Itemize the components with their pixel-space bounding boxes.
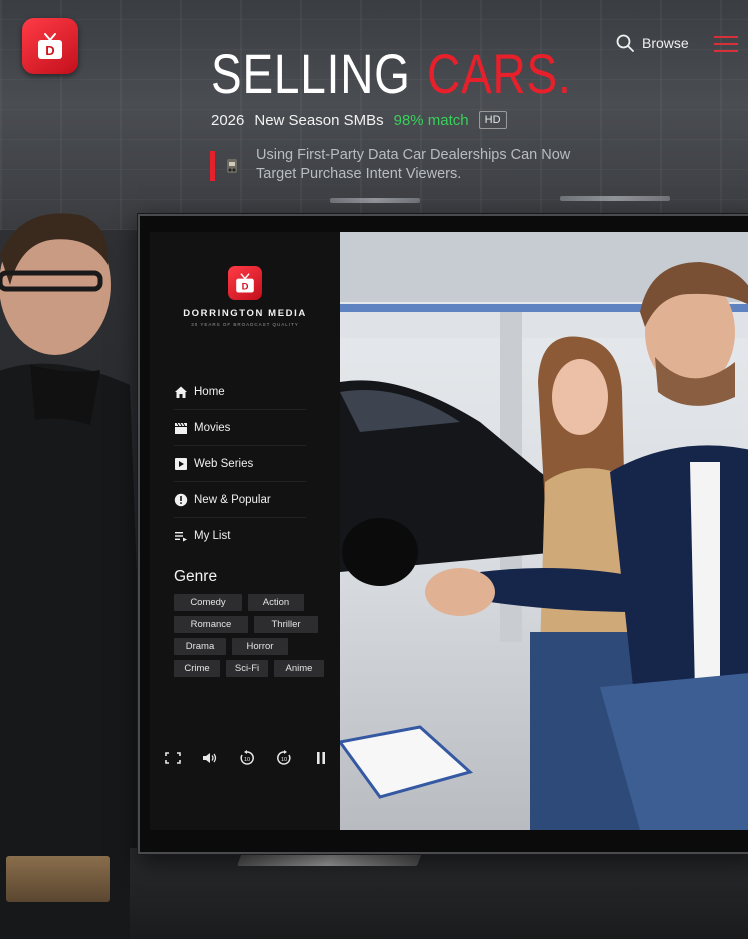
sidebar-item-label: Movies [194,421,231,434]
hero-meta: 2026 New Season SMBs 98% match HD [211,111,507,129]
hd-badge: HD [478,111,507,129]
hero-description: Using First-Party Data Car Dealerships C… [256,147,571,182]
sidebar-item-label: Web Series [194,457,254,470]
volume-icon[interactable] [201,750,219,766]
home-icon [175,386,187,398]
brand-name: DORRINGTON MEDIA [183,308,307,319]
genre-chip-crime[interactable]: Crime [174,660,220,677]
genre-chip-comedy[interactable]: Comedy [174,594,242,611]
match-score: 98% match [393,111,469,129]
svg-text:D: D [242,282,249,293]
handshake-photo [340,232,748,830]
play-square-icon [175,457,187,470]
svg-text:D: D [45,43,54,58]
sidebar-item-label: New & Popular [194,493,271,506]
tv-sidebar: D DORRINGTON MEDIA 30 YEARS OF BROADCAST… [150,232,340,830]
release-year: 2026 [211,111,245,129]
fullscreen-icon[interactable] [164,750,182,766]
alert-circle-icon [174,493,188,506]
hero-title: SELLING CARS. [211,44,572,104]
sidebar-item-my-list[interactable]: My List [174,518,306,553]
genre-chip-sci-fi[interactable]: Sci-Fi [226,660,268,677]
ceiling-light [330,198,420,203]
genre-chip-anime[interactable]: Anime [274,660,324,677]
browse-button[interactable]: Browse [616,34,689,52]
search-icon [616,34,634,52]
genre-chip-romance[interactable]: Romance [174,616,248,633]
sidebar-item-movies[interactable]: Movies [174,410,306,446]
description-accent-bar [210,151,215,181]
sidebar-item-web-series[interactable]: Web Series [174,446,306,482]
sidebar-item-new-popular[interactable]: New & Popular [174,482,306,518]
list-icon [175,531,187,541]
svg-text:10: 10 [281,757,287,763]
tv-screen: D DORRINGTON MEDIA 30 YEARS OF BROADCAST… [150,232,748,830]
hero-title-word-2: CARS. [427,42,572,105]
car-dealer-icon [227,159,237,173]
genre-chips: Comedy Action Romance Thriller Drama Hor… [174,594,324,682]
tv-logo-icon: D [236,273,254,293]
genre-chip-horror[interactable]: Horror [232,638,288,655]
sidebar-nav: Home Movies Web Series New & Popular My … [174,374,306,553]
browse-label: Browse [642,35,689,51]
svg-text:10: 10 [244,757,250,763]
salesman-figure [0,213,150,939]
brand-logo: D [228,266,262,300]
player-controls: 10 10 [164,750,330,766]
clapperboard-icon [175,422,187,434]
pause-icon[interactable] [312,750,330,766]
tv-logo-icon: D [38,33,62,59]
forward-10-icon[interactable]: 10 [275,750,293,766]
tv-frame: D DORRINGTON MEDIA 30 YEARS OF BROADCAST… [138,214,748,854]
ceiling-light [560,196,670,201]
floor-shadow [130,848,748,939]
hamburger-menu-icon[interactable] [714,36,738,54]
sidebar-item-home[interactable]: Home [174,374,306,410]
wooden-bench [6,856,110,902]
sidebar-item-label: Home [194,385,225,398]
genre-chip-drama[interactable]: Drama [174,638,226,655]
brand-tagline: 30 YEARS OF BROADCAST QUALITY [191,322,299,327]
genre-chip-action[interactable]: Action [248,594,304,611]
hero-title-word-1: SELLING [211,42,411,105]
season-label: New Season SMBs [254,111,384,129]
genre-chip-thriller[interactable]: Thriller [254,616,318,633]
sidebar-item-label: My List [194,529,231,542]
app-logo[interactable]: D [22,18,78,74]
genre-heading: Genre [174,568,218,585]
rewind-10-icon[interactable]: 10 [238,750,256,766]
